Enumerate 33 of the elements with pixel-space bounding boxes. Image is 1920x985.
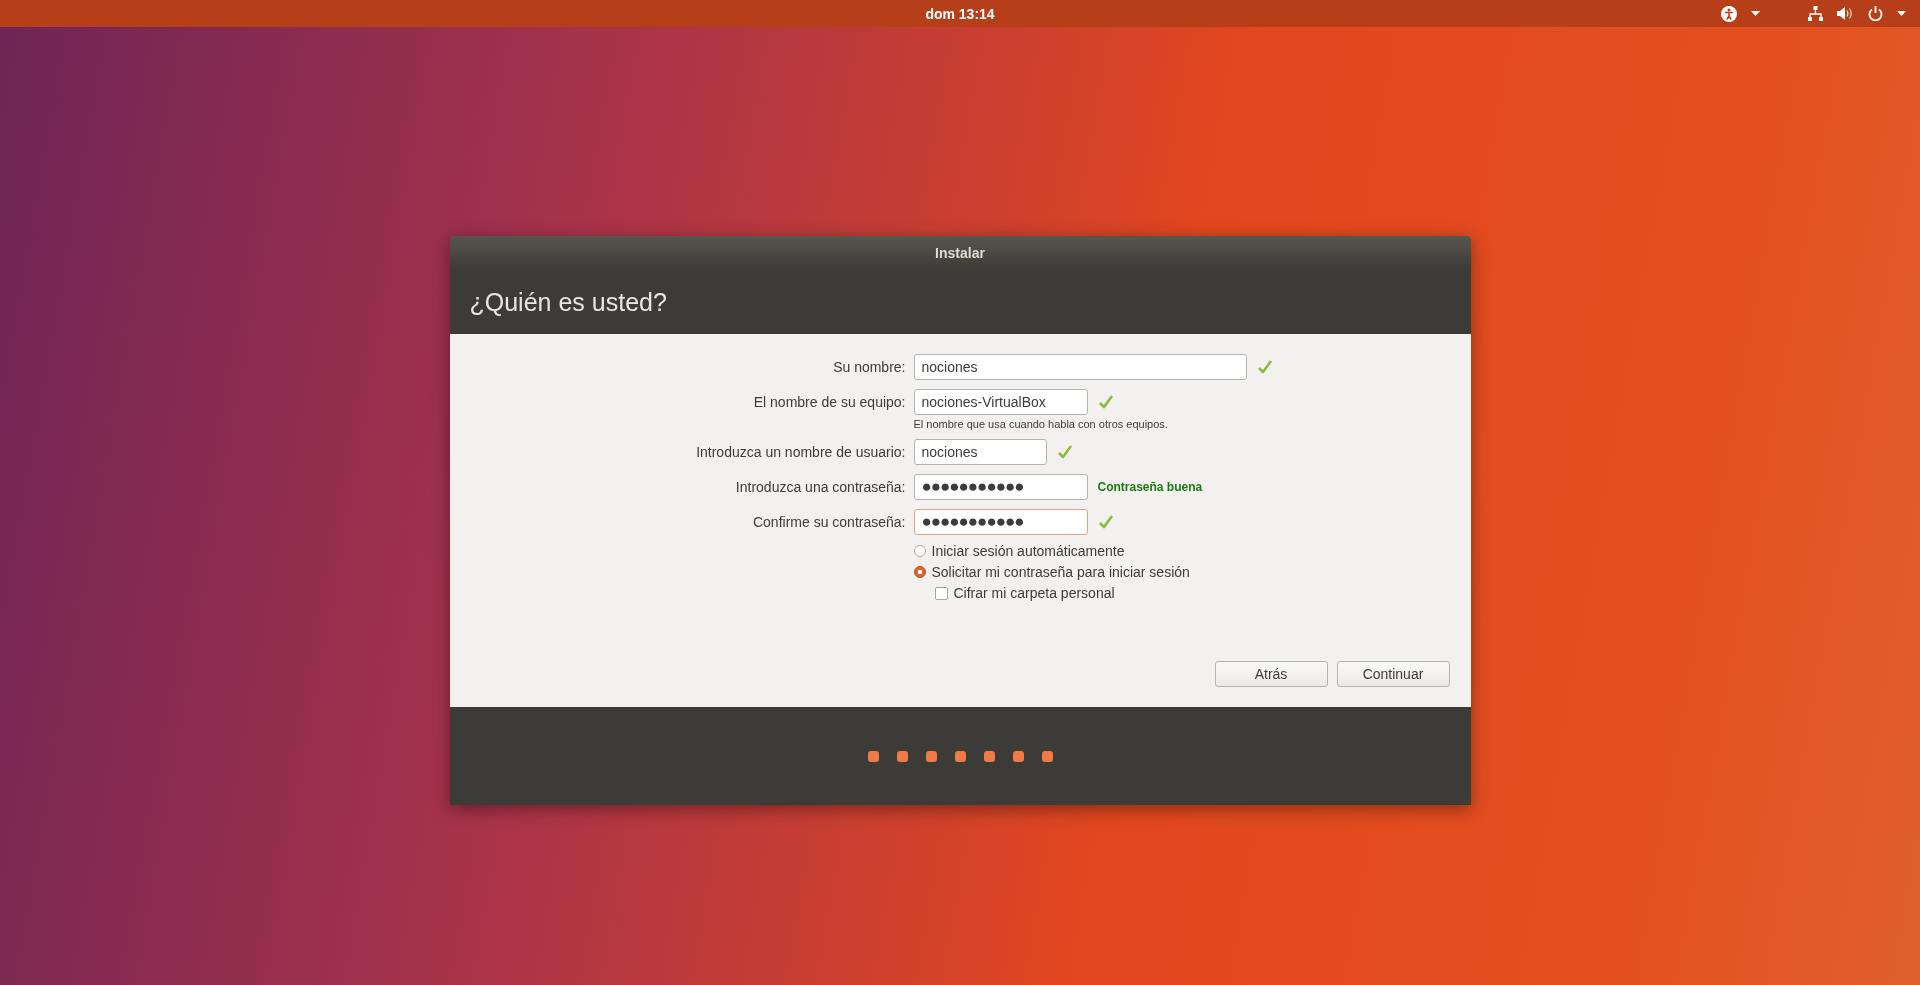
field-label: El nombre de su equipo: — [752, 394, 906, 410]
checkmark-icon — [1097, 514, 1114, 530]
radio-icon[interactable] — [913, 566, 926, 578]
radio-option[interactable]: Solicitar mi contraseña para iniciar sesión — [913, 564, 1451, 580]
network-icon[interactable] — [1808, 6, 1823, 21]
field-label: Introduzca una contraseña: — [734, 479, 906, 495]
caret-icon[interactable] — [1751, 11, 1760, 16]
radio-option[interactable]: Iniciar sesión automáticamente — [913, 543, 1451, 559]
clock[interactable]: dom 13:14 — [925, 5, 995, 22]
field-label: Confirme su contraseña: — [751, 514, 906, 530]
input-field[interactable]: ●●●●●●●●●●● — [913, 509, 1088, 535]
caret-icon[interactable] — [1897, 11, 1906, 16]
power-icon[interactable] — [1868, 6, 1883, 21]
input-field[interactable]: nociones — [913, 439, 1047, 465]
page-heading: ¿Quién es usted? — [469, 287, 667, 317]
field-label: Su nombre: — [832, 359, 906, 375]
volume-icon[interactable] — [1837, 6, 1854, 21]
checkmark-icon — [1097, 394, 1114, 410]
checkbox-icon[interactable] — [934, 586, 948, 600]
input-field[interactable]: ●●●●●●●●●●● — [913, 474, 1088, 500]
accessibility-icon[interactable] — [1721, 5, 1737, 22]
field-label: Introduzca un nombre de usuario: — [695, 444, 906, 460]
checkmark-icon — [1056, 444, 1073, 460]
input-field[interactable]: nociones-VirtualBox — [913, 389, 1088, 415]
password-strength: Contraseña buena — [1097, 480, 1203, 494]
radio-icon[interactable] — [913, 545, 926, 557]
window-title: Instalar — [935, 245, 985, 261]
checkbox-option[interactable]: Cifrar mi carpeta personal — [934, 585, 1451, 601]
dialog-button[interactable]: Atrás — [1214, 661, 1328, 687]
dialog-button[interactable]: Continuar — [1336, 661, 1450, 687]
input-field[interactable]: nociones — [913, 354, 1247, 380]
checkmark-icon — [1256, 359, 1273, 375]
field-hint: El nombre que usa cuando habla con otros equipos. — [913, 418, 1169, 430]
